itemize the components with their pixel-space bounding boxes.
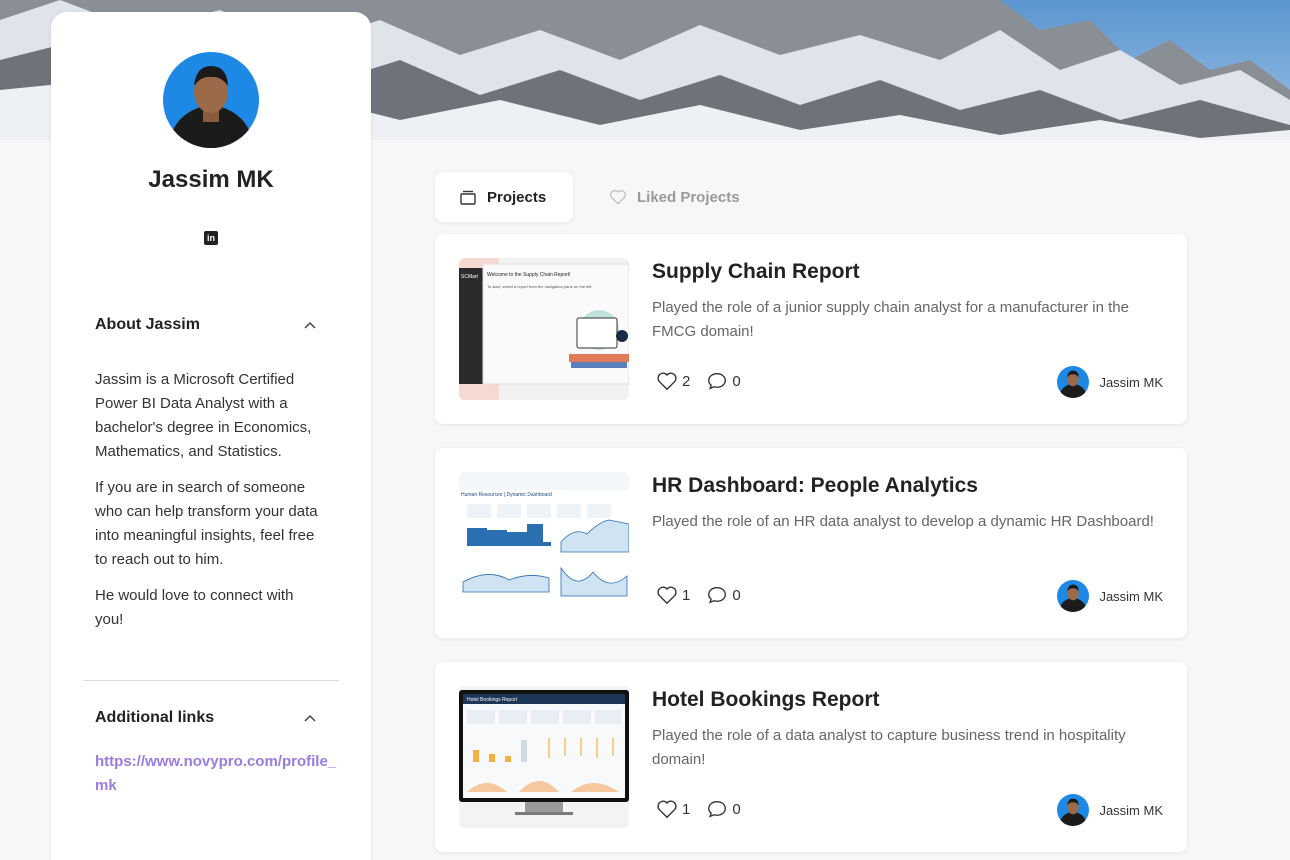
tab-label: Liked Projects bbox=[637, 188, 740, 206]
project-card[interactable]: SCMart Welcome to the Supply Chain Repor… bbox=[435, 234, 1187, 424]
profile-card: Jassim MK in About Jassim Jassim is a Mi… bbox=[51, 12, 371, 860]
project-title[interactable]: Hotel Bookings Report bbox=[652, 688, 880, 712]
comment-button[interactable]: 0 bbox=[706, 798, 741, 820]
stack-icon bbox=[460, 190, 476, 205]
project-stats: 1 0 bbox=[656, 584, 741, 606]
chevron-up-icon bbox=[304, 714, 316, 722]
about-paragraph: Jassim is a Microsoft Certified Power BI… bbox=[95, 371, 312, 460]
project-author[interactable]: Jassim MK bbox=[1057, 366, 1163, 398]
project-title[interactable]: HR Dashboard: People Analytics bbox=[652, 474, 978, 498]
project-stats: 1 0 bbox=[656, 798, 741, 820]
links-section-toggle[interactable]: Additional links bbox=[95, 709, 317, 727]
comment-button[interactable]: 0 bbox=[706, 370, 741, 392]
thumb-heading: Welcome to the Supply Chain Report! bbox=[487, 272, 571, 278]
tab-label: Projects bbox=[487, 188, 547, 206]
comment-count: 0 bbox=[732, 372, 741, 390]
like-count: 1 bbox=[682, 800, 691, 818]
like-button[interactable]: 1 bbox=[656, 584, 690, 606]
project-thumbnail[interactable]: Human Resources | Dynamic Dashboard bbox=[459, 472, 629, 614]
author-name: Jassim MK bbox=[1099, 802, 1163, 818]
thumb-sidebar-title: SCMart bbox=[461, 274, 479, 280]
heart-icon bbox=[610, 190, 626, 205]
thumb-subheading: To start, select a report from the navig… bbox=[487, 284, 592, 289]
about-paragraph: If you are in search of someone who can … bbox=[95, 479, 318, 568]
project-card[interactable]: Hotel Bookings Report Hotel Bookings Rep… bbox=[435, 662, 1187, 852]
profile-name: Jassim MK bbox=[148, 166, 274, 193]
links-heading: Additional links bbox=[95, 709, 215, 726]
comment-count: 0 bbox=[732, 586, 741, 604]
tab-liked-projects[interactable]: Liked Projects bbox=[573, 172, 764, 222]
project-thumbnail[interactable]: SCMart Welcome to the Supply Chain Repor… bbox=[459, 258, 629, 400]
author-name: Jassim MK bbox=[1099, 588, 1163, 604]
project-description: Played the role of an HR data analyst to… bbox=[652, 513, 1154, 530]
about-heading: About Jassim bbox=[95, 316, 200, 333]
chevron-up-icon bbox=[304, 321, 316, 329]
heart-icon bbox=[657, 372, 677, 391]
external-link[interactable]: https://www.novypro.com/profile_mk bbox=[95, 750, 341, 798]
author-avatar bbox=[1057, 366, 1090, 398]
author-name: Jassim MK bbox=[1099, 374, 1163, 390]
author-avatar bbox=[1057, 580, 1090, 612]
project-description: Played the role of a junior supply chain… bbox=[652, 299, 1129, 340]
project-thumbnail[interactable]: Hotel Bookings Report bbox=[459, 686, 629, 828]
heart-icon bbox=[657, 586, 677, 605]
project-tabs: Projects Liked Projects bbox=[435, 172, 764, 222]
comment-count: 0 bbox=[732, 800, 741, 818]
about-text: Jassim is a Microsoft Certified Power BI… bbox=[95, 368, 325, 644]
project-card[interactable]: Human Resources | Dynamic Dashboard HR D… bbox=[435, 448, 1187, 638]
project-author[interactable]: Jassim MK bbox=[1057, 580, 1163, 612]
about-section-toggle[interactable]: About Jassim bbox=[95, 316, 317, 334]
comment-icon bbox=[708, 800, 727, 818]
heart-icon bbox=[657, 800, 677, 819]
thumb-heading: Hotel Bookings Report bbox=[467, 697, 518, 703]
comment-icon bbox=[708, 372, 727, 390]
divider bbox=[83, 680, 339, 681]
project-stats: 2 0 bbox=[656, 370, 741, 392]
comment-button[interactable]: 0 bbox=[706, 584, 741, 606]
avatar[interactable] bbox=[163, 52, 259, 148]
about-paragraph: He would love to connect with you! bbox=[95, 587, 294, 628]
project-description: Played the role of a data analyst to cap… bbox=[652, 727, 1126, 768]
comment-icon bbox=[708, 586, 727, 604]
like-count: 1 bbox=[682, 586, 691, 604]
project-title[interactable]: Supply Chain Report bbox=[652, 260, 860, 284]
like-count: 2 bbox=[682, 372, 691, 390]
author-avatar bbox=[1057, 794, 1090, 826]
linkedin-icon[interactable]: in bbox=[204, 231, 218, 245]
thumb-heading: Human Resources | Dynamic Dashboard bbox=[461, 492, 552, 498]
project-author[interactable]: Jassim MK bbox=[1057, 794, 1163, 826]
like-button[interactable]: 1 bbox=[656, 798, 690, 820]
like-button[interactable]: 2 bbox=[656, 370, 690, 392]
tab-projects[interactable]: Projects bbox=[435, 172, 573, 222]
